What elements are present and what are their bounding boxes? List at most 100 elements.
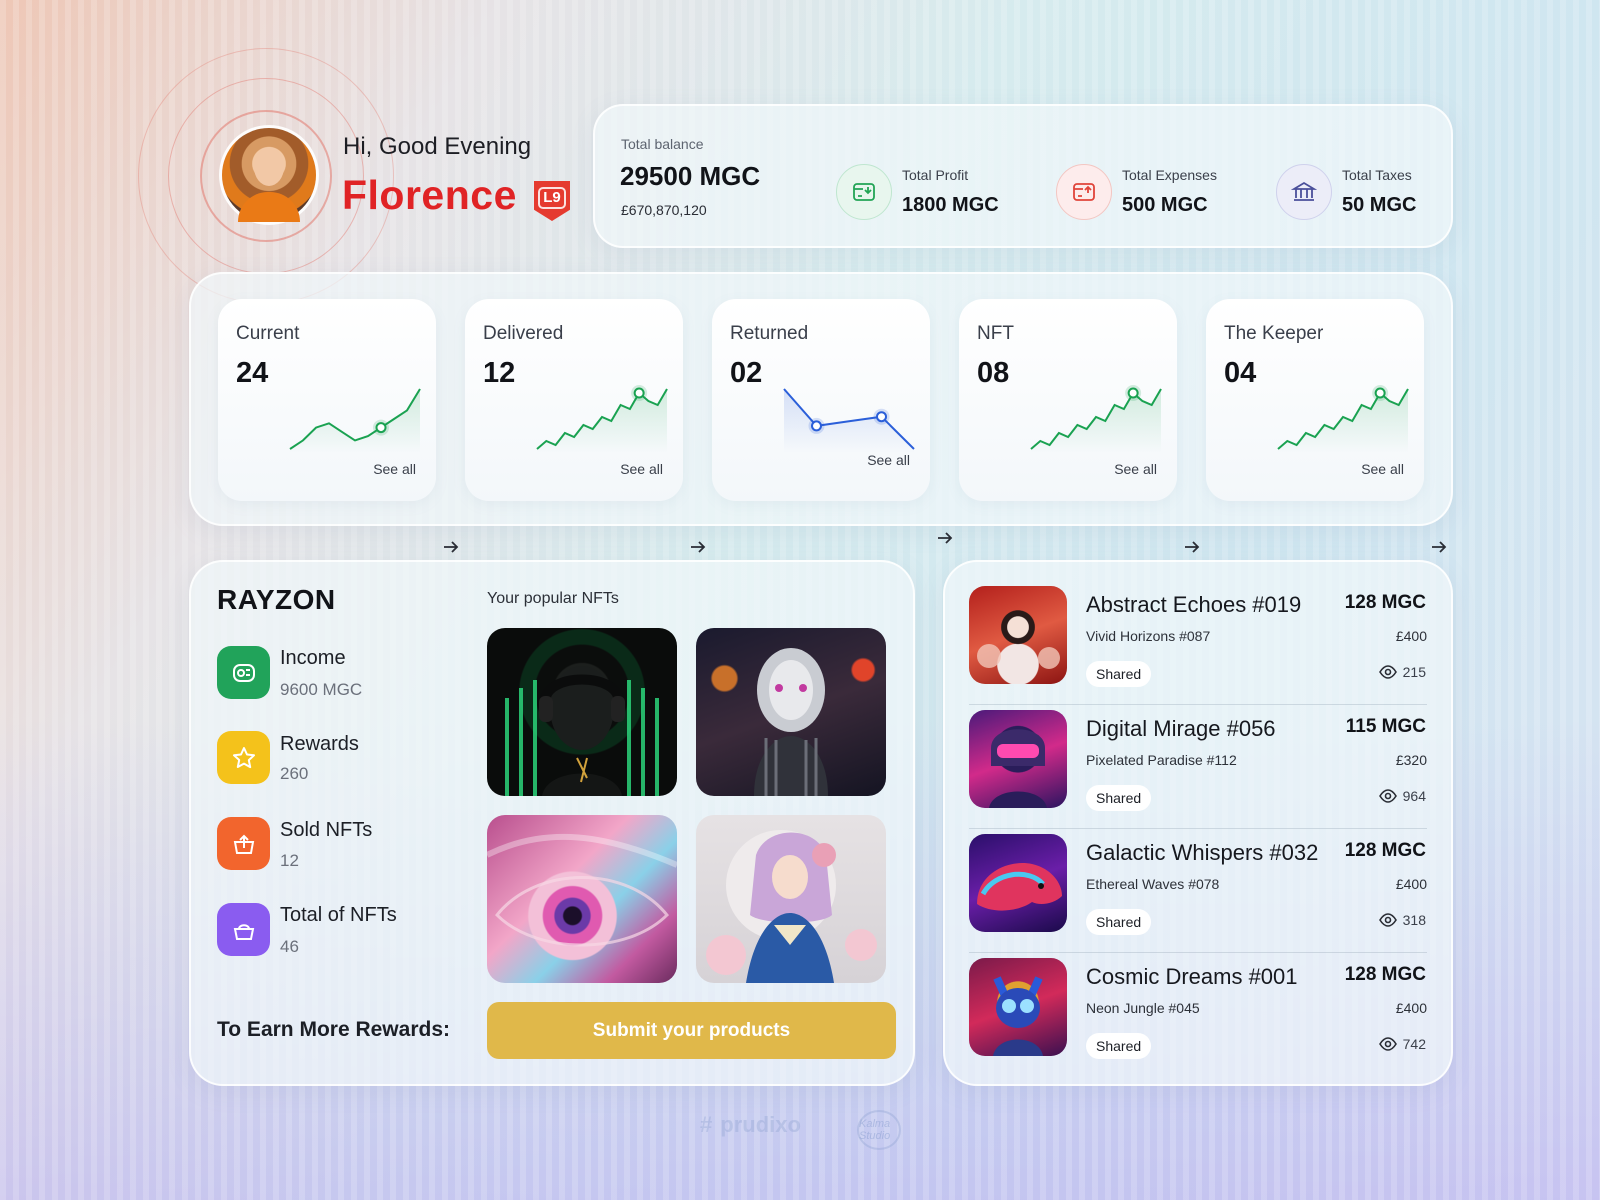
nft-thumb-digital-mirage[interactable]: [969, 710, 1067, 808]
level-badge-label: L9: [538, 187, 566, 209]
coins-icon: [217, 646, 270, 699]
sparkline-marker: [633, 387, 645, 399]
metric-total-value: 46: [280, 937, 299, 956]
arrow-right-icon: [1432, 541, 1447, 553]
metric-sold-value: 12: [280, 851, 299, 870]
watermark-studio: Kalma Studio: [857, 1110, 901, 1150]
nft-row-fiat: £400: [1395, 628, 1427, 644]
kpi-value: 08: [977, 357, 1010, 389]
kpi-card-the-keeper[interactable]: The Keeper 04 See all: [1206, 299, 1447, 553]
shared-badge: Shared: [1086, 1033, 1152, 1059]
nft-tile-cyborg-woman[interactable]: [696, 628, 886, 796]
nft-row-title[interactable]: Digital Mirage #056: [1086, 716, 1276, 742]
kpi-card-current[interactable]: Current 24 See all: [218, 299, 459, 553]
arrow-right-icon: [1185, 541, 1200, 553]
nft-row-title[interactable]: Abstract Echoes #019: [1086, 592, 1301, 618]
nft-tile-iridescent-eye[interactable]: [487, 815, 677, 983]
kpi-sparkline: [536, 385, 668, 453]
total-expenses-value: 500 MGC: [1122, 194, 1208, 216]
views-count: 742: [1378, 1036, 1426, 1052]
shared-badge: Shared: [1086, 909, 1152, 935]
total-expenses-label: Total Expenses: [1122, 167, 1217, 183]
hash-icon: #: [700, 1112, 713, 1137]
total-taxes-label: Total Taxes: [1342, 167, 1412, 183]
metric-income-label: Income: [280, 647, 346, 669]
avatar[interactable]: [222, 128, 316, 222]
eye-icon: [1378, 913, 1397, 927]
watermark-studio-text: Kalma Studio: [859, 1118, 891, 1142]
eye-icon: [1378, 1037, 1397, 1051]
kpi-value: 04: [1224, 357, 1257, 389]
views-count: 964: [1378, 788, 1426, 804]
kpi-value: 24: [236, 357, 269, 389]
bank-icon: [1276, 164, 1332, 220]
views-count: 215: [1378, 664, 1426, 680]
brand-title: RAYZON: [217, 584, 336, 615]
eye-icon: [1378, 789, 1397, 803]
metric-rewards-label: Rewards: [280, 733, 359, 755]
kpi-label: Current: [236, 323, 300, 344]
submit-products-button[interactable]: Submit your products: [487, 1002, 896, 1059]
kpi-sparkline: [1030, 385, 1162, 453]
see-all-link[interactable]: See all: [867, 452, 953, 544]
views-value: 318: [1402, 912, 1426, 928]
total-profit-label: Total Profit: [902, 167, 969, 183]
total-profit-value: 1800 MGC: [902, 194, 999, 216]
kpi-label: Returned: [730, 323, 809, 344]
row-divider: [969, 704, 1427, 705]
kpi-value: 12: [483, 357, 516, 389]
sparkline-marker: [876, 411, 887, 423]
nft-row-fiat: £400: [1395, 1000, 1427, 1016]
greeting-text: Hi, Good Evening: [343, 133, 532, 160]
wallet-in-icon: [836, 164, 892, 220]
nft-row-collection: Ethereal Waves #078: [1086, 876, 1220, 892]
nft-row-price: 128 MGC: [1344, 592, 1426, 613]
nft-thumb-galactic-whispers[interactable]: [969, 834, 1067, 932]
nft-tile-geisha[interactable]: [696, 815, 886, 983]
star-icon: [217, 731, 270, 784]
kpi-card-delivered[interactable]: Delivered 12 See all: [465, 299, 706, 553]
total-balance-label: Total balance: [621, 136, 704, 152]
nft-row-title[interactable]: Galactic Whispers #032: [1086, 840, 1318, 866]
arrow-right-icon: [444, 541, 459, 553]
sparkline-marker: [375, 422, 387, 434]
see-all-label: See all: [620, 461, 663, 477]
see-all-label: See all: [373, 461, 416, 477]
metric-total-label: Total of NFTs: [280, 904, 397, 926]
kpi-card-returned[interactable]: Returned 02 See all: [712, 299, 953, 544]
nft-row-collection: Pixelated Paradise #112: [1086, 752, 1237, 768]
see-all-link[interactable]: See all: [620, 461, 706, 553]
sparkline-area: [290, 389, 420, 453]
popular-nfts-label: Your popular NFTs: [487, 590, 619, 607]
earn-rewards-label: To Earn More Rewards:: [217, 1018, 450, 1041]
metric-sold-label: Sold NFTs: [280, 819, 373, 841]
watermark-brand: prudixo: [720, 1112, 801, 1137]
views-count: 318: [1378, 912, 1426, 928]
row-divider: [969, 952, 1427, 953]
see-all-label: See all: [1114, 461, 1157, 477]
metric-rewards-value: 260: [280, 764, 309, 783]
nft-row-title[interactable]: Cosmic Dreams #001: [1086, 964, 1298, 990]
see-all-link[interactable]: See all: [373, 461, 459, 553]
views-value: 742: [1402, 1036, 1426, 1052]
arrow-right-icon: [691, 541, 706, 553]
see-all-label: See all: [1361, 461, 1404, 477]
nft-row-collection: Neon Jungle #045: [1086, 1000, 1200, 1016]
see-all-link[interactable]: See all: [1114, 461, 1200, 553]
eye-icon: [1378, 665, 1397, 679]
nft-thumb-abstract-echoes[interactable]: [969, 586, 1067, 684]
nft-row-fiat: £400: [1395, 876, 1427, 892]
kpi-label: The Keeper: [1224, 323, 1324, 344]
views-value: 215: [1402, 664, 1426, 680]
kpi-card-nft[interactable]: NFT 08 See all: [959, 299, 1200, 553]
see-all-link[interactable]: See all: [1361, 461, 1447, 553]
nft-row-fiat: £320: [1395, 752, 1427, 768]
sparkline-marker: [1374, 387, 1386, 399]
kpi-sparkline: [783, 388, 915, 453]
kpi-value: 02: [730, 357, 763, 389]
nft-thumb-cosmic-dreams[interactable]: [969, 958, 1067, 1056]
nft-tile-robot-headphones[interactable]: [487, 628, 677, 796]
user-name: Florence: [342, 172, 517, 218]
bag-upload-icon: [217, 817, 270, 870]
nft-row-price: 115 MGC: [1345, 716, 1426, 737]
